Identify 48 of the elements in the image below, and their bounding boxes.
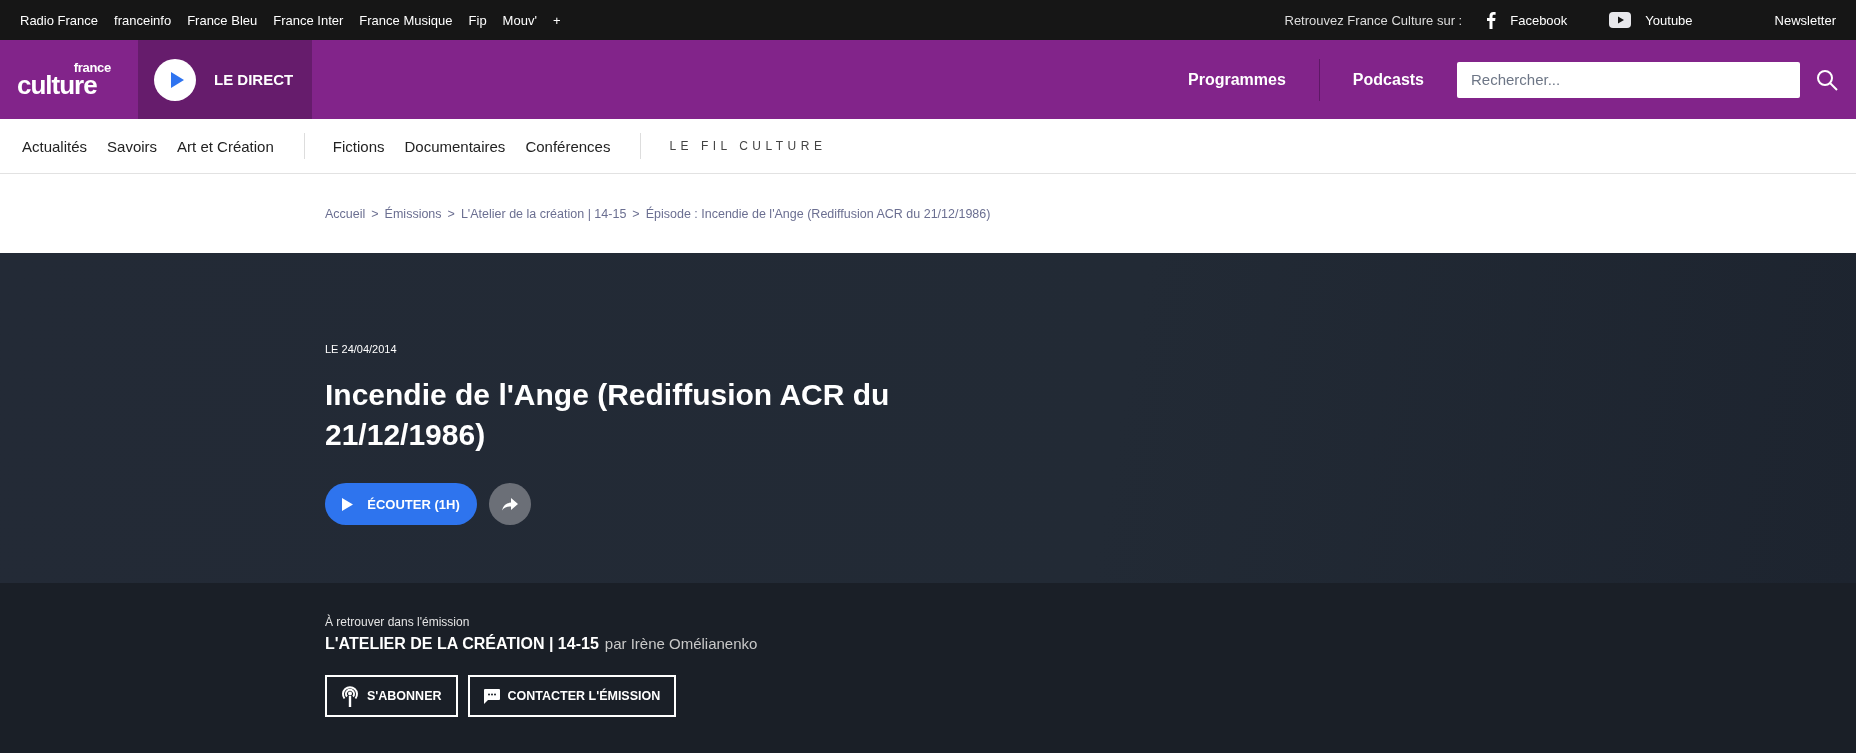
newsletter-link[interactable]: Newsletter (1774, 12, 1836, 28)
station-link[interactable]: franceinfo (114, 12, 172, 28)
show-intro: À retrouver dans l'émission (325, 615, 471, 629)
header-link[interactable]: Programmes (1155, 70, 1319, 89)
breadcrumb-link[interactable]: L'Atelier de la création | 14-15 (460, 206, 627, 221)
breadcrumb-link[interactable]: Épisode : Incendie de l'Ange (Rediffusion ACR du 21/12/1986) (645, 206, 991, 221)
header-link[interactable]: Podcasts (1319, 70, 1457, 89)
play-icon (1609, 12, 1632, 28)
facebook-icon (1486, 11, 1497, 29)
station-link[interactable]: France Bleu (187, 12, 258, 28)
breadcrumb-link[interactable]: Accueil (325, 206, 366, 221)
station-link[interactable]: + (552, 12, 561, 28)
follow-label: Retrouvez France Culture sur : (1284, 12, 1463, 28)
social-link[interactable]: Youtube (1609, 12, 1693, 28)
station-link[interactable]: Fip (468, 12, 487, 28)
station-link[interactable]: Mouv' (502, 12, 537, 28)
breadcrumb-separator: > (371, 206, 379, 221)
nav-link[interactable]: Savoirs (107, 137, 158, 155)
breadcrumb-separator: > (632, 206, 640, 221)
nav-link[interactable]: Fictions (332, 137, 385, 155)
search-icon[interactable] (1816, 68, 1838, 91)
nav-link[interactable]: Art et Création (177, 137, 274, 155)
subscribe-button[interactable]: S'ABONNER (325, 675, 458, 717)
episode-date: LE 24/04/2014 (325, 343, 398, 355)
social-link[interactable]: Facebook (1486, 11, 1568, 29)
breadcrumb-separator: > (447, 206, 455, 221)
chat-icon (483, 688, 500, 704)
station-link[interactable]: France Musique (359, 12, 453, 28)
logo[interactable]: france culture (0, 40, 138, 119)
fil-culture-link[interactable]: LE FIL CULTURE (669, 139, 827, 153)
show-name-link[interactable]: L'ATELIER DE LA CRÉATION | 14-15 (325, 635, 599, 653)
play-icon (154, 58, 196, 101)
breadcrumb-link[interactable]: Émissions (384, 206, 442, 221)
show-author: par Irène Omélianenko (604, 635, 758, 652)
podcast-icon (341, 685, 359, 707)
live-button[interactable]: LE DIRECT (138, 40, 312, 119)
search-field[interactable]: Rechercher... (1457, 61, 1800, 98)
station-link[interactable]: Radio France (20, 12, 99, 28)
share-arrow-icon (502, 497, 518, 511)
episode-title: Incendie de l'Ange (Rediffusion ACR du 21/12/1986) (325, 377, 891, 453)
listen-button[interactable]: ÉCOUTER (1H) (325, 483, 477, 525)
share-button[interactable] (489, 483, 531, 525)
nav-link[interactable]: Conférences (525, 137, 611, 155)
play-icon (342, 497, 354, 511)
nav-link[interactable]: Actualités (22, 137, 88, 155)
contact-button[interactable]: CONTACTER L'ÉMISSION (467, 675, 677, 717)
station-link[interactable]: France Inter (273, 12, 344, 28)
nav-link[interactable]: Documentaires (404, 137, 506, 155)
